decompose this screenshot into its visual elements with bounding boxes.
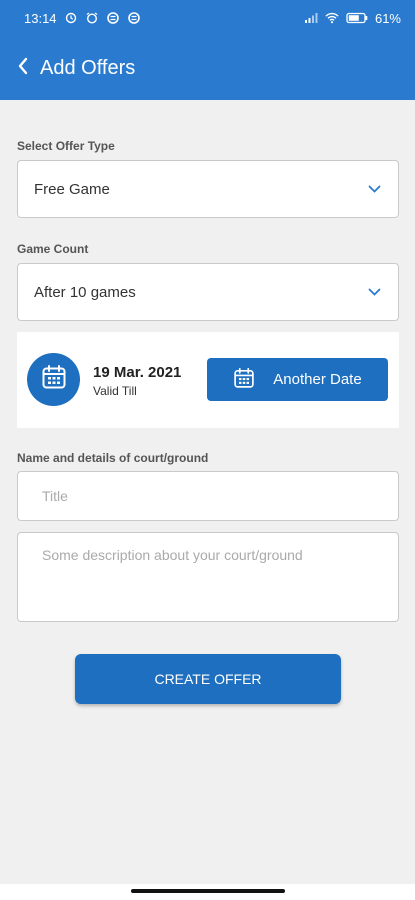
calendar-icon	[233, 367, 255, 393]
validity-card: 19 Mar. 2021 Valid Till Another Date	[17, 332, 399, 428]
offer-type-select[interactable]: Free Game	[17, 160, 399, 218]
court-details-label: Name and details of court/ground	[17, 451, 209, 465]
valid-till-caption: Valid Till	[93, 384, 137, 398]
game-count-value: After 10 games	[34, 283, 136, 301]
another-date-label: Another Date	[273, 371, 362, 388]
alarm-icon	[64, 11, 78, 25]
status-time: 13:14	[24, 10, 57, 26]
game-count-select[interactable]: After 10 games	[17, 263, 399, 321]
title-placeholder: Title	[42, 488, 68, 504]
notification-icon	[127, 11, 141, 25]
battery-level: 61%	[374, 10, 401, 26]
calendar-badge	[27, 353, 80, 406]
chevron-down-icon	[368, 285, 382, 299]
app-bar: Add Offers	[0, 36, 415, 100]
create-offer-label: CREATE OFFER	[154, 671, 262, 687]
valid-date: 19 Mar. 2021	[93, 364, 182, 381]
back-button[interactable]	[6, 48, 40, 88]
wifi-icon	[325, 11, 339, 25]
status-bar: 13:14 61%	[0, 0, 415, 36]
another-date-button[interactable]: Another Date	[207, 358, 388, 401]
offer-type-label: Select Offer Type	[17, 139, 115, 153]
create-offer-button[interactable]: CREATE OFFER	[75, 654, 341, 704]
status-left: 13:14	[24, 11, 141, 26]
calendar-icon	[41, 364, 67, 395]
chevron-down-icon	[368, 182, 382, 196]
page-title: Add Offers	[40, 56, 136, 79]
offer-type-value: Free Game	[34, 180, 110, 198]
battery-icon	[346, 11, 368, 25]
home-indicator[interactable]	[131, 889, 285, 893]
description-placeholder: Some description about your court/ground	[42, 547, 303, 563]
status-right: 61%	[304, 11, 401, 26]
notification-icon	[106, 11, 120, 25]
description-input[interactable]: Some description about your court/ground	[17, 532, 399, 622]
game-count-label: Game Count	[17, 242, 89, 256]
chevron-left-icon	[17, 57, 29, 80]
title-input[interactable]: Title	[17, 471, 399, 521]
alarm-clock-icon	[85, 11, 99, 25]
signal-icon	[304, 11, 318, 25]
